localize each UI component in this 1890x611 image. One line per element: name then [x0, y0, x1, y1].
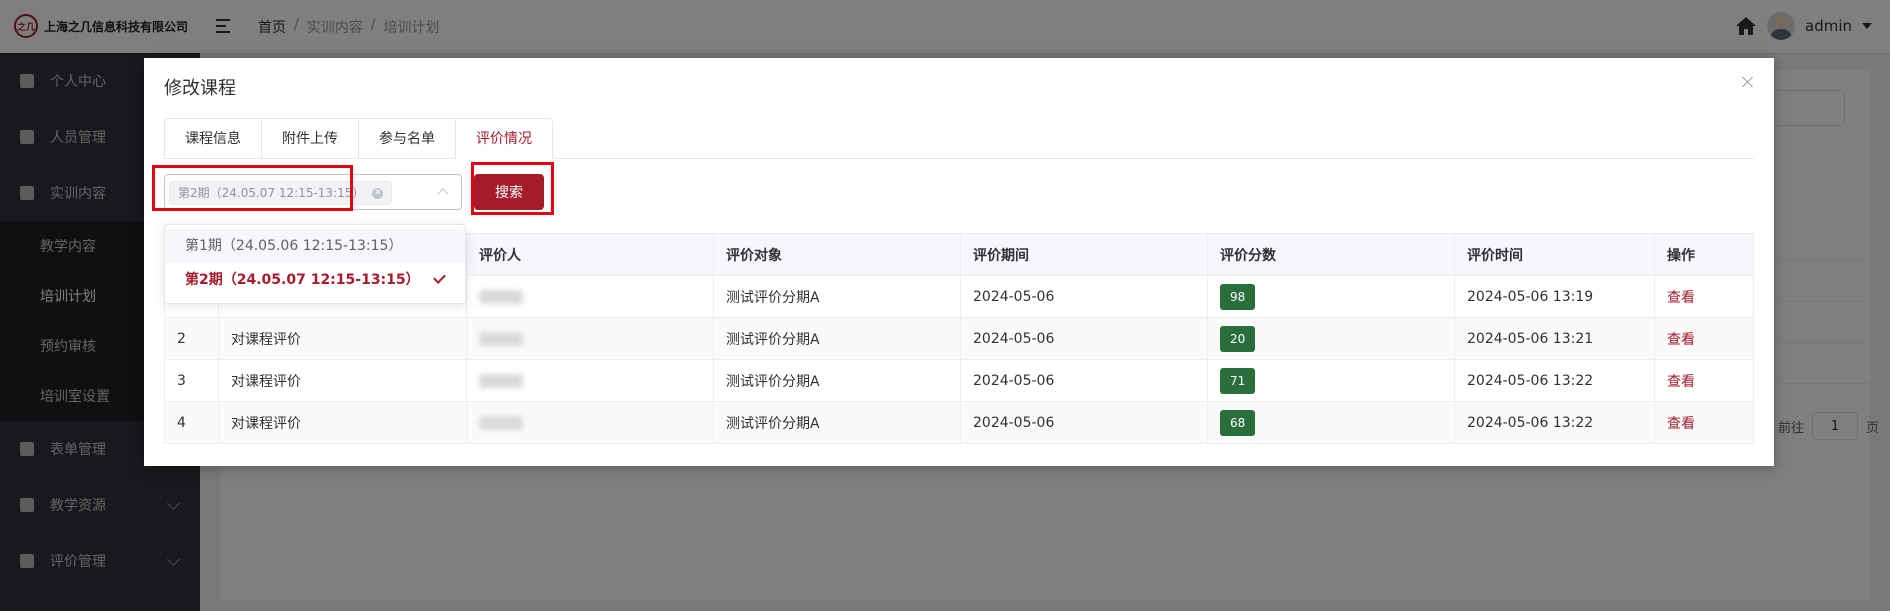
- view-link[interactable]: 查看: [1667, 287, 1695, 307]
- table-row: 2 对课程评价 测试评价分期A 2024-05-06 20 2024-05-06…: [164, 318, 1754, 360]
- highlight-box-search: [471, 162, 554, 215]
- dialog-title: 修改课程: [164, 78, 236, 99]
- evaluator-blurred: [467, 360, 714, 401]
- dropdown-option[interactable]: 第1期（24.05.06 12:15-13:15）: [165, 229, 465, 263]
- check-icon: [433, 271, 446, 284]
- close-icon[interactable]: [1740, 74, 1756, 90]
- tab-attachments[interactable]: 附件上传: [262, 118, 359, 158]
- evaluator-blurred: [467, 276, 714, 317]
- evaluator-blurred: [467, 402, 714, 443]
- remove-tag-icon[interactable]: ✕: [372, 187, 384, 199]
- score-badge: 98: [1220, 283, 1256, 310]
- dialog-tabs: 课程信息 附件上传 参与名单 评价情况: [164, 118, 1754, 159]
- dropdown-option-selected[interactable]: 第2期（24.05.07 12:15-13:15）: [165, 263, 465, 297]
- score-badge: 71: [1220, 367, 1256, 394]
- tab-evaluation[interactable]: 评价情况: [456, 118, 553, 159]
- evaluator-blurred: [467, 318, 714, 359]
- session-dropdown: 第1期（24.05.06 12:15-13:15） 第2期（24.05.07 1…: [164, 224, 466, 304]
- tab-participants[interactable]: 参与名单: [359, 118, 456, 158]
- tab-course-info[interactable]: 课程信息: [164, 118, 262, 158]
- header-action: 操作: [1655, 234, 1754, 275]
- header-period: 评价期间: [961, 234, 1208, 275]
- table-row: 3 对课程评价 测试评价分期A 2024-05-06 71 2024-05-06…: [164, 360, 1754, 402]
- table-row: 4 对课程评价 测试评价分期A 2024-05-06 68 2024-05-06…: [164, 402, 1754, 444]
- header-evaluator: 评价人: [467, 234, 714, 275]
- header-time: 评价时间: [1455, 234, 1655, 275]
- highlight-box-select: [152, 165, 353, 211]
- view-link[interactable]: 查看: [1667, 371, 1695, 391]
- chevron-up-icon: [437, 188, 449, 200]
- header-target: 评价对象: [714, 234, 961, 275]
- view-link[interactable]: 查看: [1667, 329, 1695, 349]
- score-badge: 68: [1220, 409, 1256, 436]
- score-badge: 20: [1220, 325, 1256, 352]
- header-score: 评价分数: [1208, 234, 1455, 275]
- view-link[interactable]: 查看: [1667, 413, 1695, 433]
